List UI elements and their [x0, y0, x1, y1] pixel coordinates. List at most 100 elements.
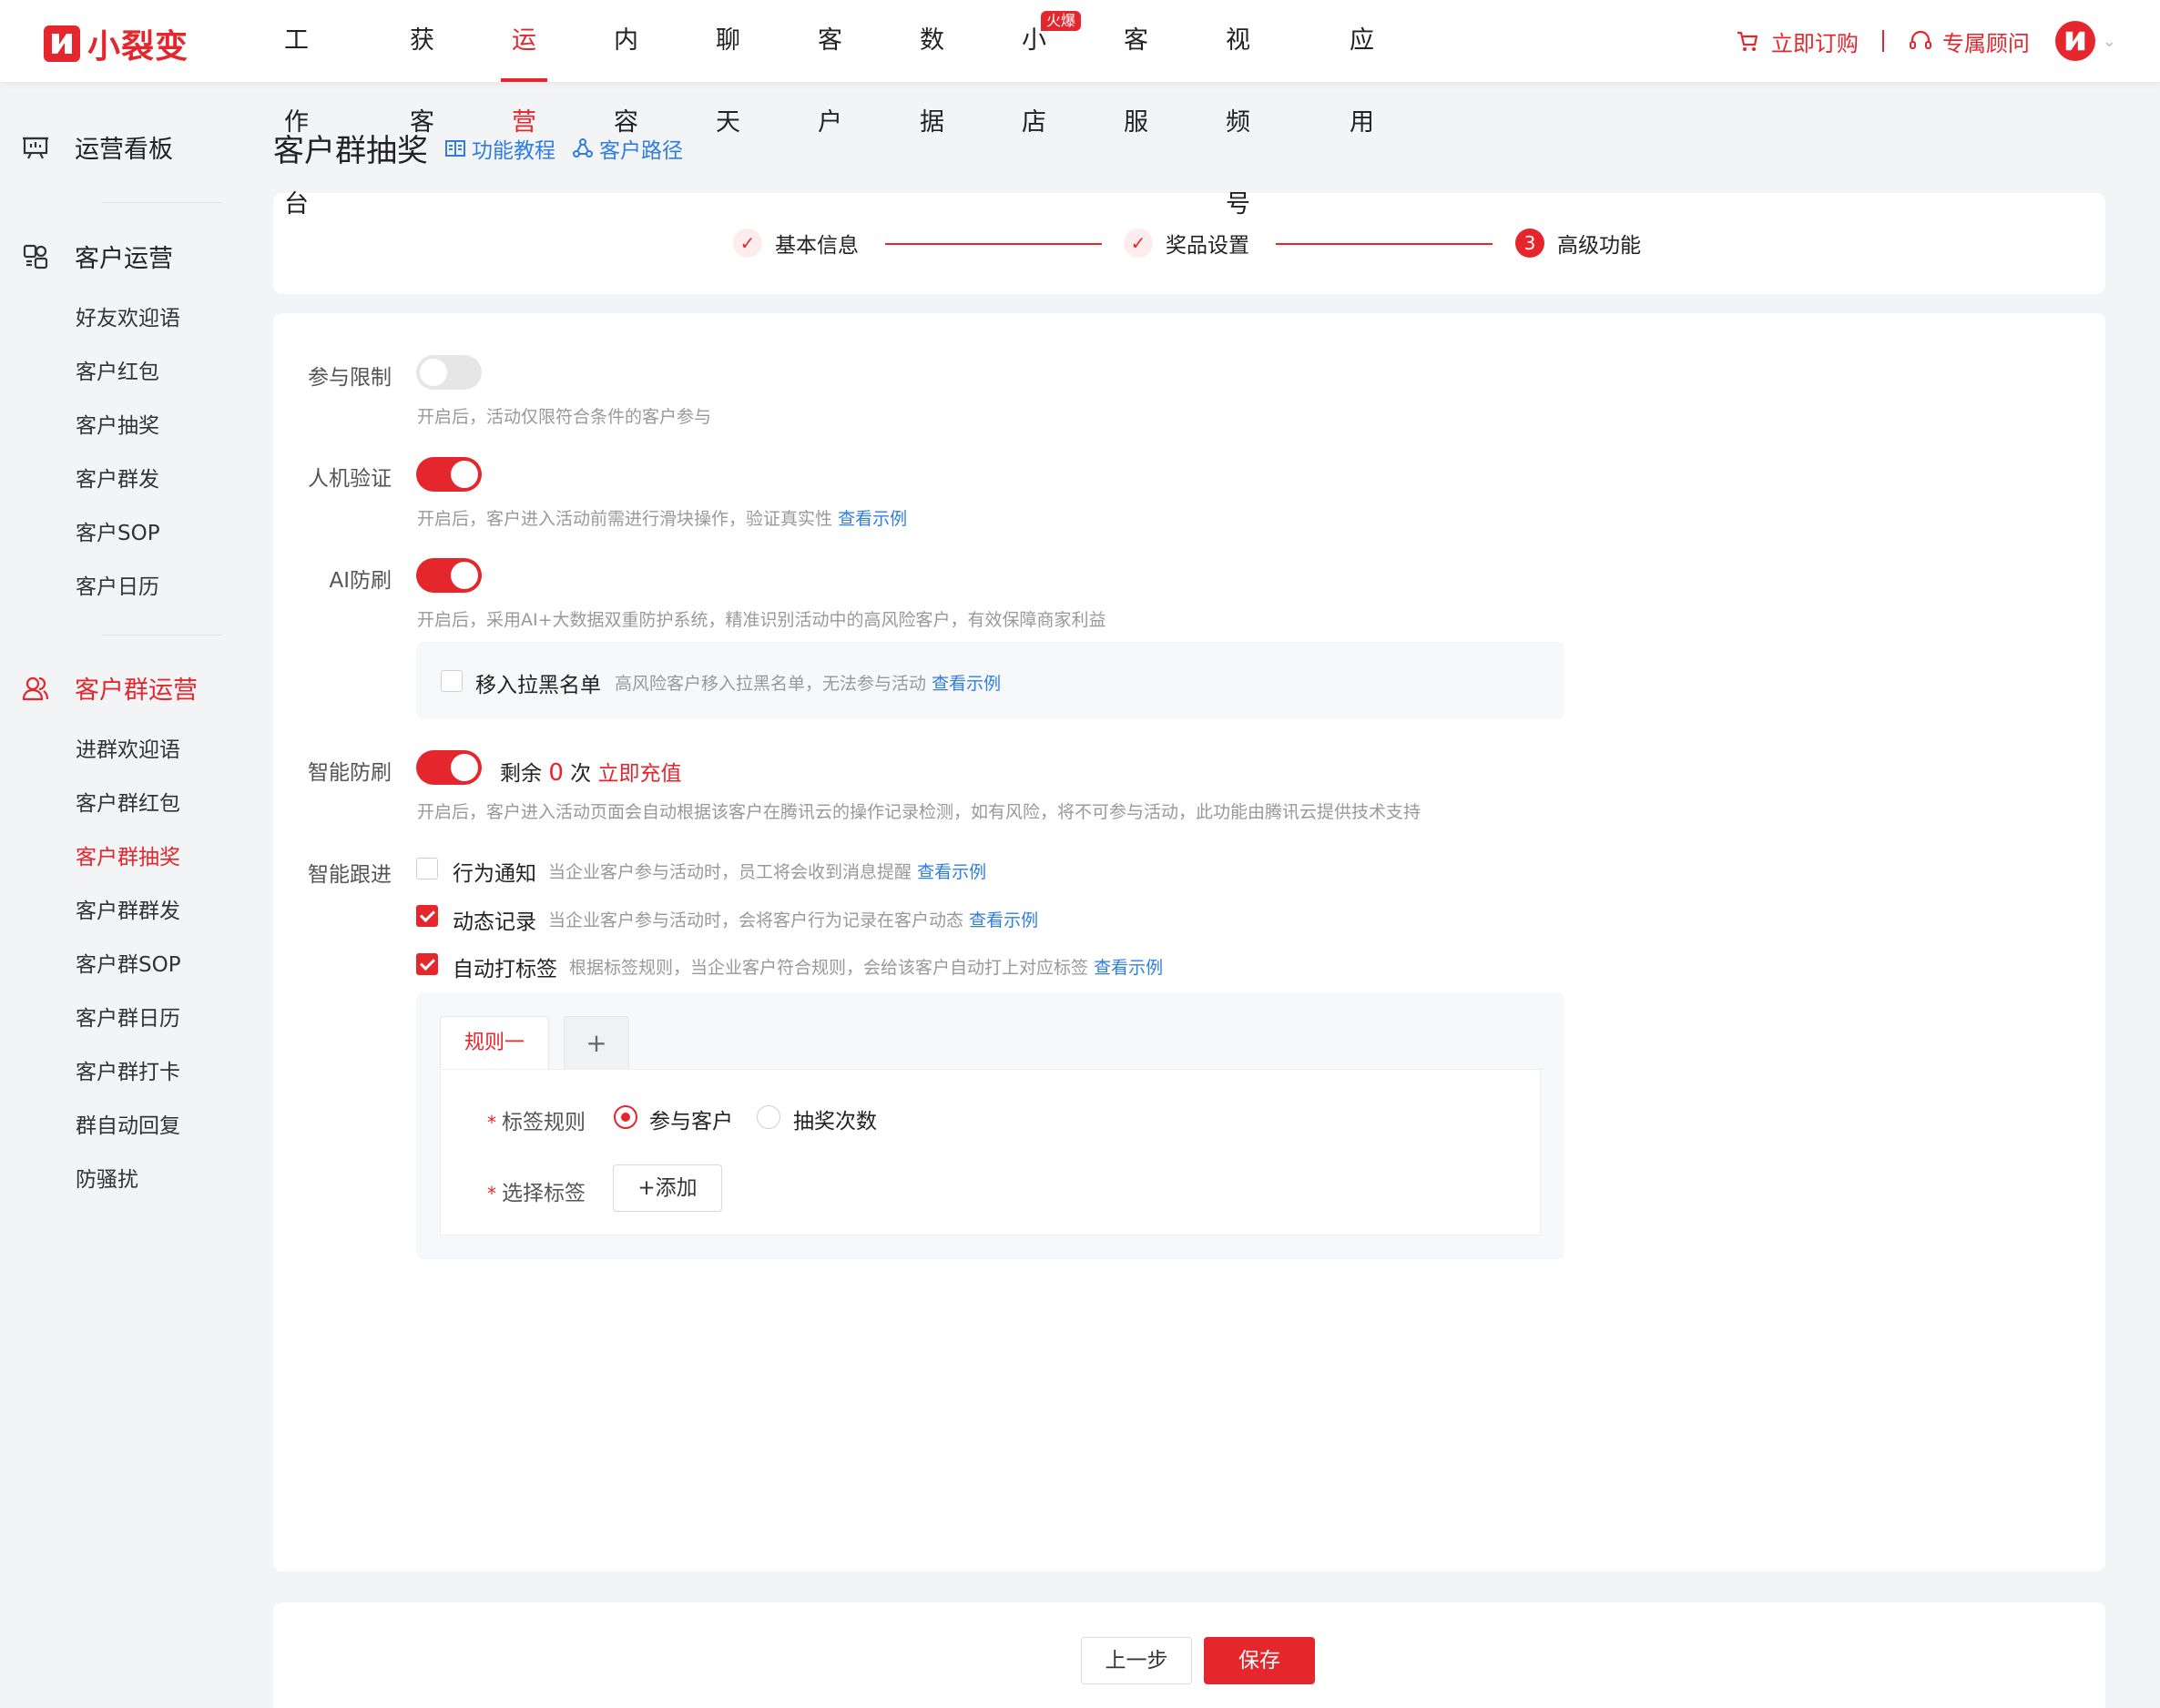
sidebar-item-group-sop[interactable]: 客户群SOP [76, 947, 181, 978]
nav-item-apps[interactable]: 应用 [1350, 0, 1374, 137]
smart-antifraud-switch[interactable] [416, 750, 482, 785]
recharge-link[interactable]: 立即充值 [597, 762, 681, 786]
sidebar-item-friend-welcome[interactable]: 好友欢迎语 [76, 300, 180, 331]
subscribe-link[interactable]: 立即订购 [1735, 25, 1859, 57]
sidebar-group-group-ops[interactable]: 客户群运营 [20, 670, 198, 706]
radio-participant[interactable] [614, 1105, 637, 1129]
nav-item-workbench[interactable]: 工作台 [284, 0, 309, 219]
participation-limit-desc: 开启后，活动仅限符合条件的客户参与 [417, 407, 712, 427]
cart-icon [1737, 31, 1758, 51]
sidebar-item-group-calendar[interactable]: 客户群日历 [76, 1001, 180, 1032]
brand-logo[interactable]: 小裂变 [44, 20, 188, 67]
participation-limit-label: 参与限制 [308, 366, 392, 390]
select-tag-text: 选择标签 [502, 1182, 586, 1205]
sidebar-group-customer-ops[interactable]: 客户运营 [20, 239, 173, 274]
avatar[interactable] [2054, 21, 2095, 61]
headset-icon [1909, 30, 1931, 49]
nav-item-acquire[interactable]: 获客 [410, 0, 434, 137]
captcha-switch[interactable] [416, 457, 482, 492]
nav-item-customer[interactable]: 客户 [818, 0, 842, 137]
group-ops-icon [20, 673, 51, 704]
activity-log-checkbox[interactable] [416, 905, 438, 927]
path-nodes-icon [573, 137, 593, 158]
nav-item-chat[interactable]: 聊天 [716, 0, 740, 137]
remaining-suffix: 次 [570, 762, 592, 786]
activity-log-desc-text: 当企业客户参与活动时，会将客户行为记录在客户动态 [548, 910, 964, 930]
tab-rule-one[interactable]: 规则一 [440, 1016, 549, 1071]
smart-follow-label: 智能跟进 [308, 863, 392, 887]
sidebar-divider [102, 202, 222, 203]
add-tag-button[interactable]: +添加 [613, 1164, 722, 1212]
sidebar-item-customer-lottery[interactable]: 客户抽奖 [76, 408, 159, 439]
activity-log-example-link[interactable]: 查看示例 [969, 910, 1038, 930]
blacklist-checkbox[interactable] [441, 670, 463, 692]
sidebar-item-group-checkin[interactable]: 客户群打卡 [76, 1054, 180, 1085]
step-basic-info[interactable]: ✓ 基本信息 [733, 228, 859, 259]
sidebar-item-group-redpacket[interactable]: 客户群红包 [76, 786, 180, 817]
sidebar-group-dashboard[interactable]: 运营看板 [20, 129, 173, 165]
step-advanced[interactable]: 3 高级功能 [1515, 228, 1641, 259]
behavior-notice-desc-text: 当企业客户参与活动时，员工将会收到消息提醒 [548, 862, 912, 882]
captcha-label: 人机验证 [308, 467, 392, 491]
ai-antifraud-desc: 开启后，采用AI+大数据双重防护系统，精准识别活动中的高风险客户，有效保障商家利… [417, 610, 1106, 630]
check-icon: ✓ [733, 229, 762, 258]
sidebar-item-group-welcome[interactable]: 进群欢迎语 [76, 732, 180, 763]
blacklist-desc: 高风险客户移入拉黑名单，无法参与活动 查看示例 [615, 670, 1001, 695]
chevron-down-icon[interactable]: ⌄ [2103, 32, 2116, 51]
radio-draw-count[interactable] [757, 1105, 780, 1129]
auto-tag-desc: 根据标签规则，当企业客户符合规则，会给该客户自动打上对应标签 查看示例 [569, 954, 1163, 979]
required-mark: * [487, 1183, 496, 1205]
ai-antifraud-switch[interactable] [416, 558, 482, 593]
nav-item-service[interactable]: 客服 [1124, 0, 1148, 137]
dashboard-icon [20, 132, 51, 163]
prev-step-button[interactable]: 上一步 [1081, 1637, 1192, 1684]
captcha-example-link[interactable]: 查看示例 [838, 509, 907, 529]
steps-card: ✓ 基本信息 ✓ 奖品设置 3 高级功能 [273, 193, 2105, 294]
sidebar-item-customer-calendar[interactable]: 客户日历 [76, 569, 159, 600]
hot-badge: 火爆 [1040, 11, 1081, 31]
tag-rule-label: * 标签规则 [487, 1104, 586, 1135]
smart-antifraud-desc: 开启后，客户进入活动页面会自动根据该客户在腾讯云的操作记录检测，如有风险，将不可… [417, 802, 1421, 822]
tutorial-link[interactable]: 功能教程 [444, 133, 555, 164]
top-right-actions: 立即订购 专属顾问 ⌄ [1735, 0, 2116, 82]
participation-limit-switch[interactable] [416, 355, 482, 390]
activity-log-label: 动态记录 [453, 910, 536, 934]
nav-item-video[interactable]: 视频号 [1226, 0, 1250, 219]
nav-item-shop-label: 小店 [1022, 26, 1046, 137]
sidebar-group-label: 客户群运营 [75, 676, 198, 705]
step-connector [1276, 243, 1493, 245]
remaining-count: 剩余 0 次 立即充值 [500, 756, 681, 787]
sidebar-item-group-lottery[interactable]: 客户群抽奖 [76, 839, 180, 870]
captcha-desc: 开启后，客户进入活动前需进行滑块操作，验证真实性 查看示例 [417, 505, 907, 530]
blacklist-label: 移入拉黑名单 [475, 674, 601, 697]
advanced-settings-card [273, 313, 2105, 1571]
radio-draw-count-label: 抽奖次数 [793, 1110, 877, 1134]
behavior-notice-label: 行为通知 [453, 862, 536, 886]
sidebar-item-anti-harass[interactable]: 防骚扰 [76, 1162, 138, 1193]
nav-item-content[interactable]: 内容 [614, 0, 638, 137]
sidebar-item-group-broadcast[interactable]: 客户群群发 [76, 893, 180, 924]
sidebar-item-group-autoreply[interactable]: 群自动回复 [76, 1108, 180, 1139]
behavior-notice-checkbox[interactable] [416, 858, 438, 879]
sidebar-item-customer-broadcast[interactable]: 客户群发 [76, 462, 159, 493]
nav-item-data[interactable]: 数据 [920, 0, 944, 137]
blacklist-example-link[interactable]: 查看示例 [932, 674, 1001, 694]
check-icon: ✓ [1124, 229, 1153, 258]
add-rule-tab[interactable]: + [564, 1016, 629, 1071]
book-icon [445, 139, 465, 157]
sidebar-item-customer-redpacket[interactable]: 客户红包 [76, 354, 159, 385]
behavior-notice-example-link[interactable]: 查看示例 [917, 862, 986, 882]
step-number: 3 [1515, 229, 1544, 258]
nav-item-operations[interactable]: 运营 [501, 0, 547, 137]
consultant-link[interactable]: 专属顾问 [1908, 25, 2030, 57]
save-button[interactable]: 保存 [1204, 1637, 1315, 1684]
auto-tag-checkbox[interactable] [416, 953, 438, 975]
smart-antifraud-label: 智能防刷 [308, 761, 392, 785]
top-navigation-bar: 小裂变 工作台 获客 运营 内容 聊天 客户 数据 小店 火爆 客服 视频号 应… [0, 0, 2160, 219]
sidebar-item-customer-sop[interactable]: 客户SOP [76, 515, 160, 546]
nav-item-shop[interactable]: 小店 火爆 [1022, 0, 1081, 137]
blacklist-desc-text: 高风险客户移入拉黑名单，无法参与活动 [615, 674, 927, 694]
step-connector [885, 243, 1102, 245]
rule-panel [440, 1069, 1541, 1235]
auto-tag-example-link[interactable]: 查看示例 [1094, 958, 1163, 978]
